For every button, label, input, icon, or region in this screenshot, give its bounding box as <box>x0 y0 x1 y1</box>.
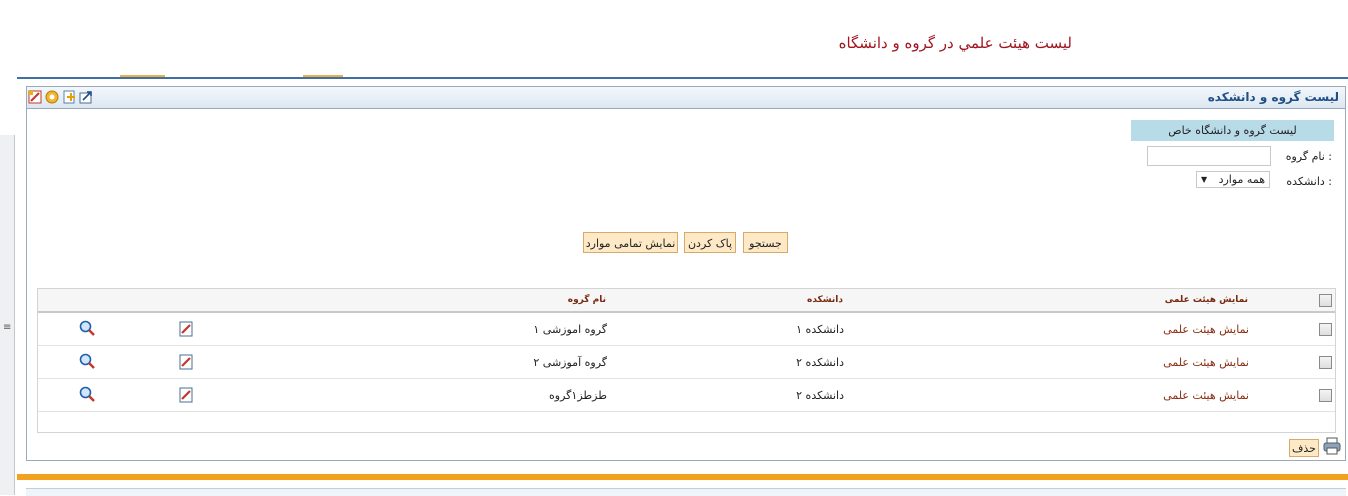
row-checkbox[interactable] <box>1319 323 1332 336</box>
grip-icon[interactable]: ≡ <box>3 322 11 333</box>
group-name-label: نام گروه : <box>1285 150 1332 163</box>
edit-icon[interactable] <box>178 387 194 403</box>
search-icon[interactable] <box>79 320 95 336</box>
filter-section-title: لیست گروه و دانشگاه خاص <box>1131 120 1334 141</box>
search-icon[interactable] <box>79 386 95 402</box>
group-cell: گروه آموزشی ۲ <box>533 356 607 369</box>
toolbar <box>27 89 93 105</box>
results-table: نمایش هیئت علمی دانشکده نام گروه نمایش ه… <box>37 288 1336 433</box>
college-select[interactable]: ▼ همه موارد <box>1196 171 1270 188</box>
footer-bar <box>17 474 1348 480</box>
edit-icon[interactable] <box>178 321 194 337</box>
college-label: دانشکده : <box>1286 175 1332 188</box>
group-cell: گروه اموزشی ۱ <box>533 323 607 336</box>
clear-button[interactable]: پاک کردن <box>684 232 736 253</box>
chevron-down-icon: ▼ <box>1201 175 1208 184</box>
show-faculty-link[interactable]: نمایش هیئت علمی <box>1163 323 1249 336</box>
panel-header: لیست گروه و دانشکده <box>27 87 1345 109</box>
header-group: نام گروه <box>567 295 606 305</box>
show-all-button[interactable]: نمایش تمامی موارد <box>583 232 678 253</box>
row-checkbox[interactable] <box>1319 356 1332 369</box>
select-all-checkbox[interactable] <box>1319 294 1332 307</box>
college-cell: دانشکده ۱ <box>796 323 844 336</box>
table-row: نمایش هیئت علمی دانشکده ۲ گروه آموزشی ۲ <box>38 346 1335 379</box>
search-icon[interactable] <box>79 353 95 369</box>
table-header: نمایش هیئت علمی دانشکده نام گروه <box>38 289 1335 313</box>
row-checkbox[interactable] <box>1319 389 1332 402</box>
delete-button[interactable]: حذف <box>1289 439 1319 457</box>
print-icon[interactable] <box>1323 437 1341 455</box>
top-divider <box>17 77 1348 79</box>
table-row: نمایش هیئت علمی دانشکده ۱ گروه اموزشی ۱ <box>38 313 1335 346</box>
group-cell: طزطز۱گروه <box>549 389 607 402</box>
add-icon[interactable] <box>61 89 76 104</box>
college-select-value: همه موارد <box>1218 173 1265 186</box>
settings-icon[interactable] <box>44 89 59 104</box>
header-college: دانشکده <box>807 295 843 305</box>
group-panel: لیست گروه و دانشکده لیست گروه و دانشگاه … <box>26 86 1346 461</box>
edit-icon[interactable] <box>27 89 42 104</box>
college-cell: دانشکده ۲ <box>796 356 844 369</box>
group-name-input[interactable] <box>1147 146 1271 166</box>
left-scroll-edge[interactable] <box>0 135 15 495</box>
table-row: نمایش هیئت علمی دانشکده ۲ طزطز۱گروه <box>38 379 1335 412</box>
show-faculty-link[interactable]: نمایش هیئت علمی <box>1163 389 1249 402</box>
edit-icon[interactable] <box>178 354 194 370</box>
show-faculty-link[interactable]: نمایش هیئت علمی <box>1163 356 1249 369</box>
header-show: نمایش هیئت علمی <box>1164 295 1248 305</box>
search-button[interactable]: جستجو <box>743 232 788 253</box>
page-title: ليست هيئت علمي در گروه و دانشگاه <box>838 34 1072 52</box>
college-cell: دانشکده ۲ <box>796 389 844 402</box>
panel-title: لیست گروه و دانشکده <box>1207 90 1339 104</box>
export-icon[interactable] <box>78 89 93 104</box>
